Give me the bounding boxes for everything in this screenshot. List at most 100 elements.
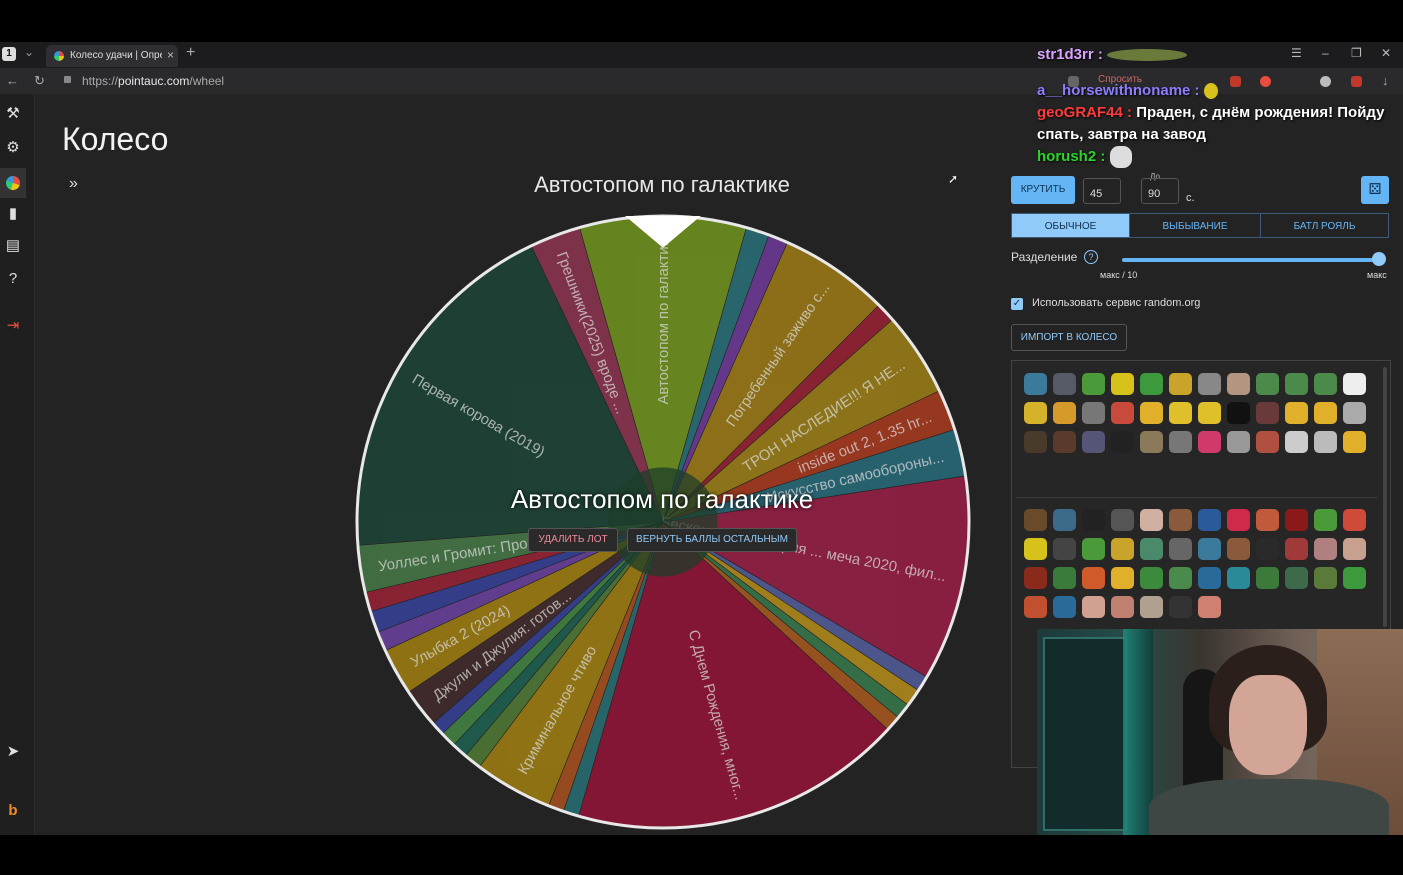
emote-icon[interactable] — [1227, 567, 1250, 589]
emote-icon[interactable] — [1140, 538, 1163, 560]
tab-mode-elimination[interactable]: ВЫБЫВАНИЕ — [1129, 213, 1261, 238]
logout-icon[interactable]: ⇥ — [0, 316, 26, 334]
emote-icon[interactable] — [1314, 402, 1337, 424]
emote-icon[interactable] — [1140, 567, 1163, 589]
emote-icon[interactable] — [1082, 596, 1105, 618]
emote-icon[interactable] — [1198, 431, 1221, 453]
emote-icon[interactable] — [1053, 509, 1076, 531]
tab-mode-normal[interactable]: ОБЫЧНОЕ — [1011, 213, 1130, 238]
emote-icon[interactable] — [1053, 402, 1076, 424]
return-points-button[interactable]: ВЕРНУТЬ БАЛЛЫ ОСТАЛЬНЫМ — [627, 528, 797, 552]
emote-icon[interactable] — [1198, 373, 1221, 395]
emote-icon[interactable] — [1024, 538, 1047, 560]
emote-icon[interactable] — [1024, 596, 1047, 618]
reload-icon[interactable]: ↻ — [34, 73, 45, 89]
emote-icon[interactable] — [1082, 538, 1105, 560]
settings-gear-icon[interactable]: ⚙ — [0, 138, 26, 156]
emote-icon[interactable] — [1111, 402, 1134, 424]
emote-icon[interactable] — [1082, 509, 1105, 531]
emote-icon[interactable] — [1256, 431, 1279, 453]
emote-icon[interactable] — [1169, 596, 1192, 618]
emote-icon[interactable] — [1024, 431, 1047, 453]
emote-icon[interactable] — [1314, 373, 1337, 395]
import-to-wheel-button[interactable]: ИМПОРТ В КОЛЕСО — [1011, 324, 1127, 351]
emote-icon[interactable] — [1256, 538, 1279, 560]
emote-icon[interactable] — [1111, 509, 1134, 531]
emote-icon[interactable] — [1227, 373, 1250, 395]
emote-icon[interactable] — [1256, 567, 1279, 589]
emote-icon[interactable] — [1140, 509, 1163, 531]
emote-icon[interactable] — [1169, 431, 1192, 453]
emote-icon[interactable] — [1256, 402, 1279, 424]
emote-icon[interactable] — [1343, 567, 1366, 589]
emote-icon[interactable] — [1169, 509, 1192, 531]
emote-icon[interactable] — [1082, 402, 1105, 424]
emote-icon[interactable] — [1285, 538, 1308, 560]
split-slider-thumb[interactable] — [1372, 252, 1386, 266]
emote-icon[interactable] — [1285, 373, 1308, 395]
spin-button[interactable]: КРУТИТЬ — [1011, 176, 1075, 204]
emote-icon[interactable] — [1111, 431, 1134, 453]
emote-icon[interactable] — [1140, 402, 1163, 424]
spin-to-input[interactable]: 90 — [1141, 178, 1179, 204]
emote-icon[interactable] — [1140, 373, 1163, 395]
emote-icon[interactable] — [1082, 373, 1105, 395]
back-arrow-icon[interactable]: ← — [6, 73, 19, 88]
boosty-icon[interactable]: b — [0, 802, 26, 819]
emote-icon[interactable] — [1198, 596, 1221, 618]
browser-tab[interactable]: Колесо удачи | Опреде × — [46, 45, 178, 67]
emote-icon[interactable] — [1053, 538, 1076, 560]
emote-icon[interactable] — [1111, 538, 1134, 560]
emote-icon[interactable] — [1024, 373, 1047, 395]
close-tab-icon[interactable]: × — [167, 48, 174, 62]
emote-icon[interactable] — [1343, 538, 1366, 560]
scrollbar[interactable] — [1383, 367, 1387, 627]
emote-icon[interactable] — [1198, 538, 1221, 560]
emote-icon[interactable] — [1314, 431, 1337, 453]
emote-icon[interactable] — [1285, 402, 1308, 424]
emote-icon[interactable] — [1314, 509, 1337, 531]
emote-icon[interactable] — [1227, 509, 1250, 531]
emote-icon[interactable] — [1053, 431, 1076, 453]
telegram-icon[interactable]: ➤ — [0, 742, 26, 760]
emote-icon[interactable] — [1227, 402, 1250, 424]
workspace-badge[interactable]: 1 — [2, 47, 16, 61]
emote-icon[interactable] — [1285, 567, 1308, 589]
chevron-down-icon[interactable]: ⌄ — [24, 45, 34, 59]
emote-icon[interactable] — [1082, 567, 1105, 589]
emote-icon[interactable] — [1111, 596, 1134, 618]
spin-from-input[interactable]: 45 — [1083, 178, 1121, 204]
help-icon[interactable]: ? — [0, 270, 26, 287]
emote-icon[interactable] — [1227, 538, 1250, 560]
fortune-wheel[interactable]: Автостопом по галакти... Погребенный зажи… — [355, 214, 971, 830]
emote-icon[interactable] — [1169, 567, 1192, 589]
emote-icon[interactable] — [1198, 567, 1221, 589]
emote-icon[interactable] — [1343, 431, 1366, 453]
clipboard-icon[interactable]: ▤ — [0, 236, 26, 254]
auction-gavel-icon[interactable]: ⚒ — [0, 104, 26, 122]
emote-icon[interactable] — [1053, 373, 1076, 395]
tab-mode-battle-royale[interactable]: БАТЛ РОЯЛЬ — [1260, 213, 1389, 238]
random-org-checkbox[interactable]: ✓ — [1011, 298, 1023, 310]
help-icon[interactable]: ? — [1084, 250, 1098, 264]
emote-icon[interactable] — [1256, 509, 1279, 531]
emote-icon[interactable] — [1053, 567, 1076, 589]
stats-chart-icon[interactable]: ▮ — [0, 204, 26, 222]
emote-icon[interactable] — [1024, 567, 1047, 589]
emote-icon[interactable] — [1140, 596, 1163, 618]
emote-icon[interactable] — [1140, 431, 1163, 453]
emote-icon[interactable] — [1343, 373, 1366, 395]
emote-icon[interactable] — [1285, 509, 1308, 531]
split-slider-track[interactable] — [1122, 258, 1379, 262]
emote-icon[interactable] — [1285, 431, 1308, 453]
emote-icon[interactable] — [1314, 567, 1337, 589]
emote-icon[interactable] — [1053, 596, 1076, 618]
emote-icon[interactable] — [1024, 402, 1047, 424]
emote-icon[interactable] — [1314, 538, 1337, 560]
emote-icon[interactable] — [1343, 402, 1366, 424]
emote-icon[interactable] — [1343, 509, 1366, 531]
emote-icon[interactable] — [1169, 402, 1192, 424]
new-tab-button[interactable]: + — [186, 44, 195, 62]
wheel-icon[interactable] — [0, 168, 26, 198]
delete-lot-button[interactable]: УДАЛИТЬ ЛОТ — [528, 528, 618, 552]
